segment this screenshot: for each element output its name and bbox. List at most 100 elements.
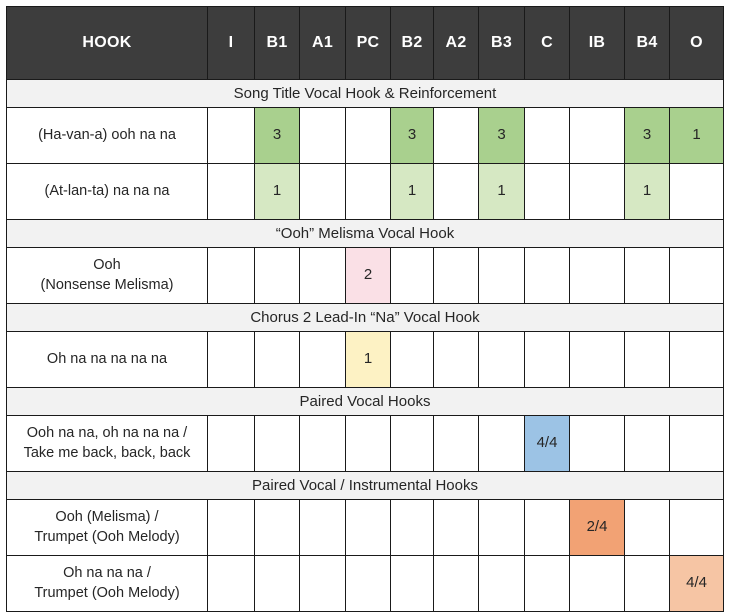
- hook-value-cell-PC: [345, 555, 391, 612]
- hook-value-cell-B1: 1: [254, 163, 300, 220]
- hook-value-cell-B3: [478, 247, 525, 304]
- column-header-B2: B2: [390, 6, 434, 80]
- hook-value-cell-B1: 3: [254, 107, 300, 164]
- hook-value-cell-A1: [299, 247, 346, 304]
- column-header-hook: HOOK: [6, 6, 208, 80]
- hook-value-cell-B4: 1: [624, 163, 670, 220]
- hook-label-cell: Ooh (Melisma) / Trumpet (Ooh Melody): [6, 499, 208, 556]
- hook-value-cell-A2: [433, 247, 479, 304]
- table-row: Ooh (Nonsense Melisma) 2: [6, 247, 724, 304]
- column-header-B3: B3: [478, 6, 525, 80]
- hook-value-cell-B1: [254, 331, 300, 388]
- section-header-row: “Ooh” Melisma Vocal Hook: [6, 219, 724, 248]
- hook-label-cell: (At-lan-ta) na na na: [6, 163, 208, 220]
- section-header-row: Paired Vocal Hooks: [6, 387, 724, 416]
- hook-value-cell-I: [207, 415, 255, 472]
- hook-table-container: HOOK I B1 A1 PC B2 A2 B3 C IB B4 O Song …: [0, 0, 732, 612]
- hook-value-cell-B4: [624, 331, 670, 388]
- hook-value-cell-B3: [478, 555, 525, 612]
- column-header-I: I: [207, 6, 255, 80]
- hook-label-line: Ooh (Melisma) /: [55, 508, 159, 525]
- hook-value-cell-B2: [390, 499, 434, 556]
- hook-value-cell-C: [524, 331, 570, 388]
- hook-value-cell-C: [524, 555, 570, 612]
- hook-value-cell-A2: [433, 107, 479, 164]
- hook-value-cell-IB: [569, 163, 625, 220]
- hook-label-cell: Oh na na na na na: [6, 331, 208, 388]
- hook-label-cell: Ooh (Nonsense Melisma): [6, 247, 208, 304]
- hook-value-cell-I: [207, 331, 255, 388]
- hook-value-cell-PC: [345, 107, 391, 164]
- hook-value-cell-A1: [299, 107, 346, 164]
- hook-label-line: Ooh: [93, 256, 121, 273]
- hook-value-cell-PC: 2: [345, 247, 391, 304]
- hook-value-cell-B3: [478, 331, 525, 388]
- hook-value-cell-I: [207, 247, 255, 304]
- hook-value-cell-I: [207, 499, 255, 556]
- hook-label-line: (Nonsense Melisma): [40, 276, 174, 293]
- hook-label-line: Oh na na na /: [63, 564, 151, 581]
- column-header-row: HOOK I B1 A1 PC B2 A2 B3 C IB B4 O: [6, 6, 724, 80]
- hook-value-cell-A1: [299, 499, 346, 556]
- table-row: Ooh (Melisma) / Trumpet (Ooh Melody) 2/4: [6, 499, 724, 556]
- hook-value-cell-IB: 2/4: [569, 499, 625, 556]
- hook-label-line: Ooh na na, oh na na na /: [26, 424, 188, 441]
- hook-value-cell-B3: [478, 415, 525, 472]
- hook-value-cell-PC: [345, 415, 391, 472]
- hook-value-cell-B4: [624, 555, 670, 612]
- table-header: HOOK I B1 A1 PC B2 A2 B3 C IB B4 O: [6, 6, 724, 80]
- hook-label-line: Oh na na na na na: [46, 350, 168, 367]
- hook-value-cell-I: [207, 555, 255, 612]
- column-header-A2: A2: [433, 6, 479, 80]
- hook-value-cell-O: [669, 415, 724, 472]
- hook-label-line: (At-lan-ta) na na na: [44, 182, 170, 199]
- hook-value-cell-B3: 3: [478, 107, 525, 164]
- hook-value-cell-I: [207, 107, 255, 164]
- section-title: Song Title Vocal Hook & Reinforcement: [6, 79, 724, 108]
- hook-label-cell: Oh na na na / Trumpet (Ooh Melody): [6, 555, 208, 612]
- column-header-B1: B1: [254, 6, 300, 80]
- hook-label-cell: (Ha-van-a) ooh na na: [6, 107, 208, 164]
- hook-value-cell-O: [669, 247, 724, 304]
- hook-value-cell-O: [669, 331, 724, 388]
- hook-value-cell-C: [524, 499, 570, 556]
- hook-value-cell-B2: [390, 247, 434, 304]
- table-row: (Ha-van-a) ooh na na 3 3 3 3 1: [6, 107, 724, 164]
- song-hook-structure-table: HOOK I B1 A1 PC B2 A2 B3 C IB B4 O Song …: [6, 6, 724, 612]
- column-header-B4: B4: [624, 6, 670, 80]
- hook-value-cell-I: [207, 163, 255, 220]
- hook-value-cell-A2: [433, 415, 479, 472]
- section-title: Chorus 2 Lead-In “Na” Vocal Hook: [6, 303, 724, 332]
- table-row: Oh na na na / Trumpet (Ooh Melody) 4/4: [6, 555, 724, 612]
- column-header-A1: A1: [299, 6, 346, 80]
- hook-value-cell-B2: [390, 555, 434, 612]
- hook-value-cell-C: [524, 247, 570, 304]
- section-title: Paired Vocal Hooks: [6, 387, 724, 416]
- hook-value-cell-O: 1: [669, 107, 724, 164]
- hook-value-cell-IB: [569, 415, 625, 472]
- hook-label-line: Trumpet (Ooh Melody): [34, 584, 180, 601]
- table-row: Oh na na na na na 1: [6, 331, 724, 388]
- hook-value-cell-A2: [433, 163, 479, 220]
- hook-value-cell-A1: [299, 163, 346, 220]
- column-header-IB: IB: [569, 6, 625, 80]
- hook-value-cell-O: 4/4: [669, 555, 724, 612]
- hook-value-cell-B1: [254, 499, 300, 556]
- hook-value-cell-B4: 3: [624, 107, 670, 164]
- hook-value-cell-A2: [433, 331, 479, 388]
- section-title: “Ooh” Melisma Vocal Hook: [6, 219, 724, 248]
- hook-value-cell-A2: [433, 555, 479, 612]
- hook-value-cell-O: [669, 163, 724, 220]
- column-header-C: C: [524, 6, 570, 80]
- hook-value-cell-O: [669, 499, 724, 556]
- hook-label-line: Trumpet (Ooh Melody): [34, 528, 180, 545]
- hook-value-cell-PC: 1: [345, 331, 391, 388]
- section-header-row: Chorus 2 Lead-In “Na” Vocal Hook: [6, 303, 724, 332]
- column-header-PC: PC: [345, 6, 391, 80]
- hook-value-cell-A2: [433, 499, 479, 556]
- hook-value-cell-B2: 3: [390, 107, 434, 164]
- hook-value-cell-PC: [345, 499, 391, 556]
- hook-value-cell-C: [524, 107, 570, 164]
- hook-value-cell-PC: [345, 163, 391, 220]
- hook-value-cell-A1: [299, 415, 346, 472]
